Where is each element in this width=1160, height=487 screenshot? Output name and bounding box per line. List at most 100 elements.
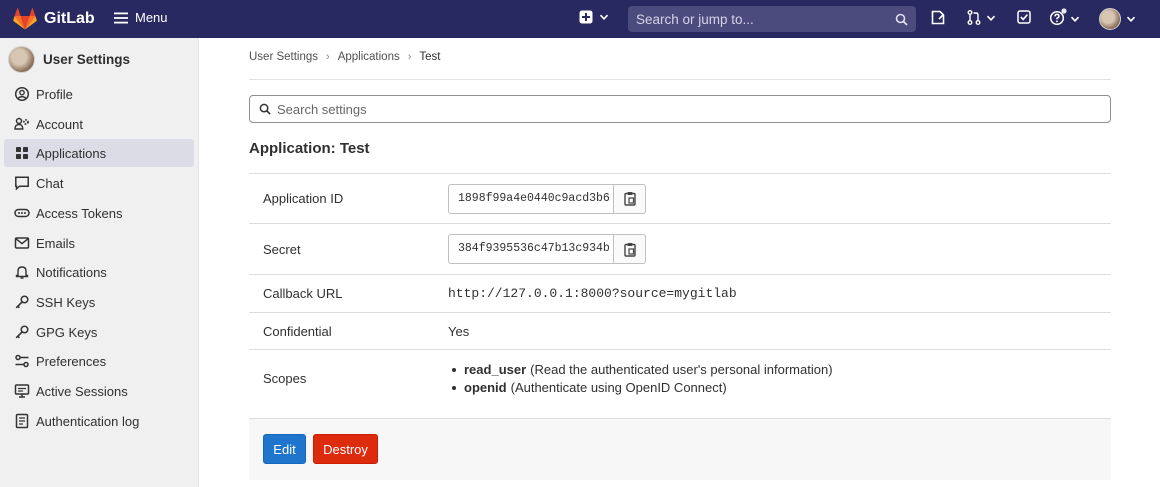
sidebar-item-label: SSH Keys — [36, 294, 96, 310]
sidebar-item-chat[interactable]: Chat — [4, 169, 194, 197]
secret-field[interactable]: 384f9395536c47b13c934b — [448, 234, 614, 264]
menu-button[interactable]: Menu — [114, 10, 168, 25]
sidebar-item-preferences[interactable]: Preferences — [4, 347, 194, 375]
edit-button[interactable]: Edit — [263, 434, 306, 464]
copy-secret-button[interactable] — [614, 234, 646, 264]
sidebar-header[interactable]: User Settings — [8, 46, 130, 73]
gitlab-tanuki-icon — [13, 8, 37, 30]
user-avatar — [1099, 8, 1121, 30]
chevron-down-icon — [1126, 16, 1136, 22]
sidebar-title: User Settings — [43, 52, 131, 67]
scopes-label: Scopes — [263, 371, 307, 386]
callback-url-value: http://127.0.0.1:8000?source=mygitlab — [448, 286, 737, 301]
mail-icon — [14, 237, 30, 249]
application-id-field[interactable]: 1898f99a4e0440c9acd3b6 — [448, 183, 614, 214]
scope-description: (Authenticate using OpenID Connect) — [510, 379, 727, 395]
issues-button[interactable] — [931, 10, 945, 25]
search-icon — [895, 13, 908, 26]
sidebar-item-label: Access Tokens — [36, 205, 123, 221]
breadcrumb-current[interactable]: Test — [419, 51, 440, 63]
plus-square-icon — [579, 10, 593, 24]
sidebar-item-gpg-keys[interactable]: GPG Keys — [4, 318, 194, 346]
scopes-list: read_user (Read the authenticated user's … — [448, 361, 833, 397]
chevron-down-icon — [986, 15, 996, 21]
callback-url-row: Callback URL http://127.0.0.1:8000?sourc… — [249, 274, 1111, 312]
destroy-button[interactable]: Destroy — [313, 434, 378, 464]
key-icon — [15, 325, 29, 339]
merge-requests-dropdown[interactable] — [967, 10, 996, 25]
sidebar-item-label: Authentication log — [36, 413, 140, 429]
sidebar-item-label: Profile — [36, 86, 73, 102]
sidebar-item-account[interactable]: Account — [4, 110, 194, 138]
sidebar-item-label: Notifications — [36, 264, 107, 280]
merge-request-icon — [967, 10, 981, 25]
preferences-icon — [15, 354, 29, 368]
application-id-row: Application ID 1898f99a4e0440c9acd3b6 — [249, 173, 1111, 223]
chevron-down-icon — [1070, 16, 1080, 22]
sidebar-avatar — [8, 46, 35, 73]
global-search[interactable] — [628, 6, 916, 32]
sidebar-item-label: Active Sessions — [36, 383, 128, 399]
global-search-input[interactable] — [636, 11, 895, 27]
bullet-icon — [452, 385, 456, 390]
clipboard-icon — [623, 242, 636, 257]
breadcrumb-user-settings[interactable]: User Settings — [249, 51, 318, 63]
menu-label: Menu — [135, 10, 168, 25]
log-icon — [15, 413, 29, 429]
applications-icon — [16, 147, 28, 159]
sidebar-item-label: Applications — [36, 145, 107, 161]
scope-description: (Read the authenticated user's personal … — [530, 361, 833, 377]
confidential-row: Confidential Yes — [249, 312, 1111, 349]
sidebar-item-authentication-log[interactable]: Authentication log — [4, 407, 194, 435]
clipboard-icon — [623, 192, 636, 206]
confidential-value: Yes — [448, 323, 470, 339]
breadcrumb: User Settings › Applications › Test — [249, 51, 440, 63]
settings-search-input[interactable] — [277, 101, 1101, 117]
sidebar-item-profile[interactable]: Profile — [4, 80, 194, 108]
bell-icon — [15, 266, 29, 279]
copy-application-id-button[interactable] — [614, 183, 646, 214]
settings-sidebar: User Settings Profile Account Applicatio… — [0, 38, 199, 487]
settings-search[interactable] — [249, 95, 1111, 123]
application-id-label: Application ID — [263, 191, 344, 206]
sidebar-item-notifications[interactable]: Notifications — [4, 258, 194, 286]
sidebar-item-label: Chat — [36, 175, 64, 191]
todos-button[interactable] — [1017, 10, 1031, 24]
breadcrumb-applications[interactable]: Applications — [338, 51, 400, 63]
token-icon — [14, 208, 30, 218]
sidebar-item-label: GPG Keys — [36, 324, 98, 340]
sidebar-item-active-sessions[interactable]: Active Sessions — [4, 377, 194, 405]
top-navbar: GitLab Menu — [0, 0, 1160, 38]
page-title: Application: Test — [249, 140, 370, 157]
question-circle-icon — [1049, 8, 1067, 26]
monitor-icon — [14, 384, 30, 398]
user-menu-dropdown[interactable] — [1099, 8, 1136, 30]
secret-label: Secret — [263, 241, 301, 257]
hamburger-icon — [114, 12, 128, 23]
bullet-icon — [452, 367, 456, 372]
secret-field-group: 384f9395536c47b13c934b — [448, 234, 646, 264]
confidential-label: Confidential — [263, 323, 332, 339]
todo-checkbox-icon — [1017, 10, 1031, 24]
scope-name: openid — [464, 379, 507, 395]
callback-url-label: Callback URL — [263, 286, 343, 301]
sidebar-item-access-tokens[interactable]: Access Tokens — [4, 199, 194, 227]
gitlab-logo[interactable]: GitLab — [13, 8, 95, 30]
sidebar-item-emails[interactable]: Emails — [4, 229, 194, 257]
help-dropdown[interactable] — [1049, 8, 1080, 26]
profile-icon — [14, 86, 30, 102]
application-id-field-group: 1898f99a4e0440c9acd3b6 — [448, 183, 646, 214]
brand-name: GitLab — [44, 10, 95, 27]
sidebar-item-ssh-keys[interactable]: SSH Keys — [4, 288, 194, 316]
sidebar-item-label: Preferences — [36, 353, 107, 369]
divider — [249, 79, 1111, 80]
issues-icon — [931, 10, 945, 25]
new-dropdown[interactable] — [579, 10, 609, 24]
chevron-right-icon: › — [407, 51, 412, 63]
application-details-table: Application ID 1898f99a4e0440c9acd3b6 Se… — [249, 173, 1111, 407]
chevron-down-icon — [599, 14, 609, 20]
account-icon — [14, 117, 29, 130]
scopes-row: Scopes read_user (Read the authenticated … — [249, 349, 1111, 407]
sidebar-item-applications[interactable]: Applications — [4, 139, 194, 167]
sidebar-item-label: Account — [36, 116, 83, 132]
